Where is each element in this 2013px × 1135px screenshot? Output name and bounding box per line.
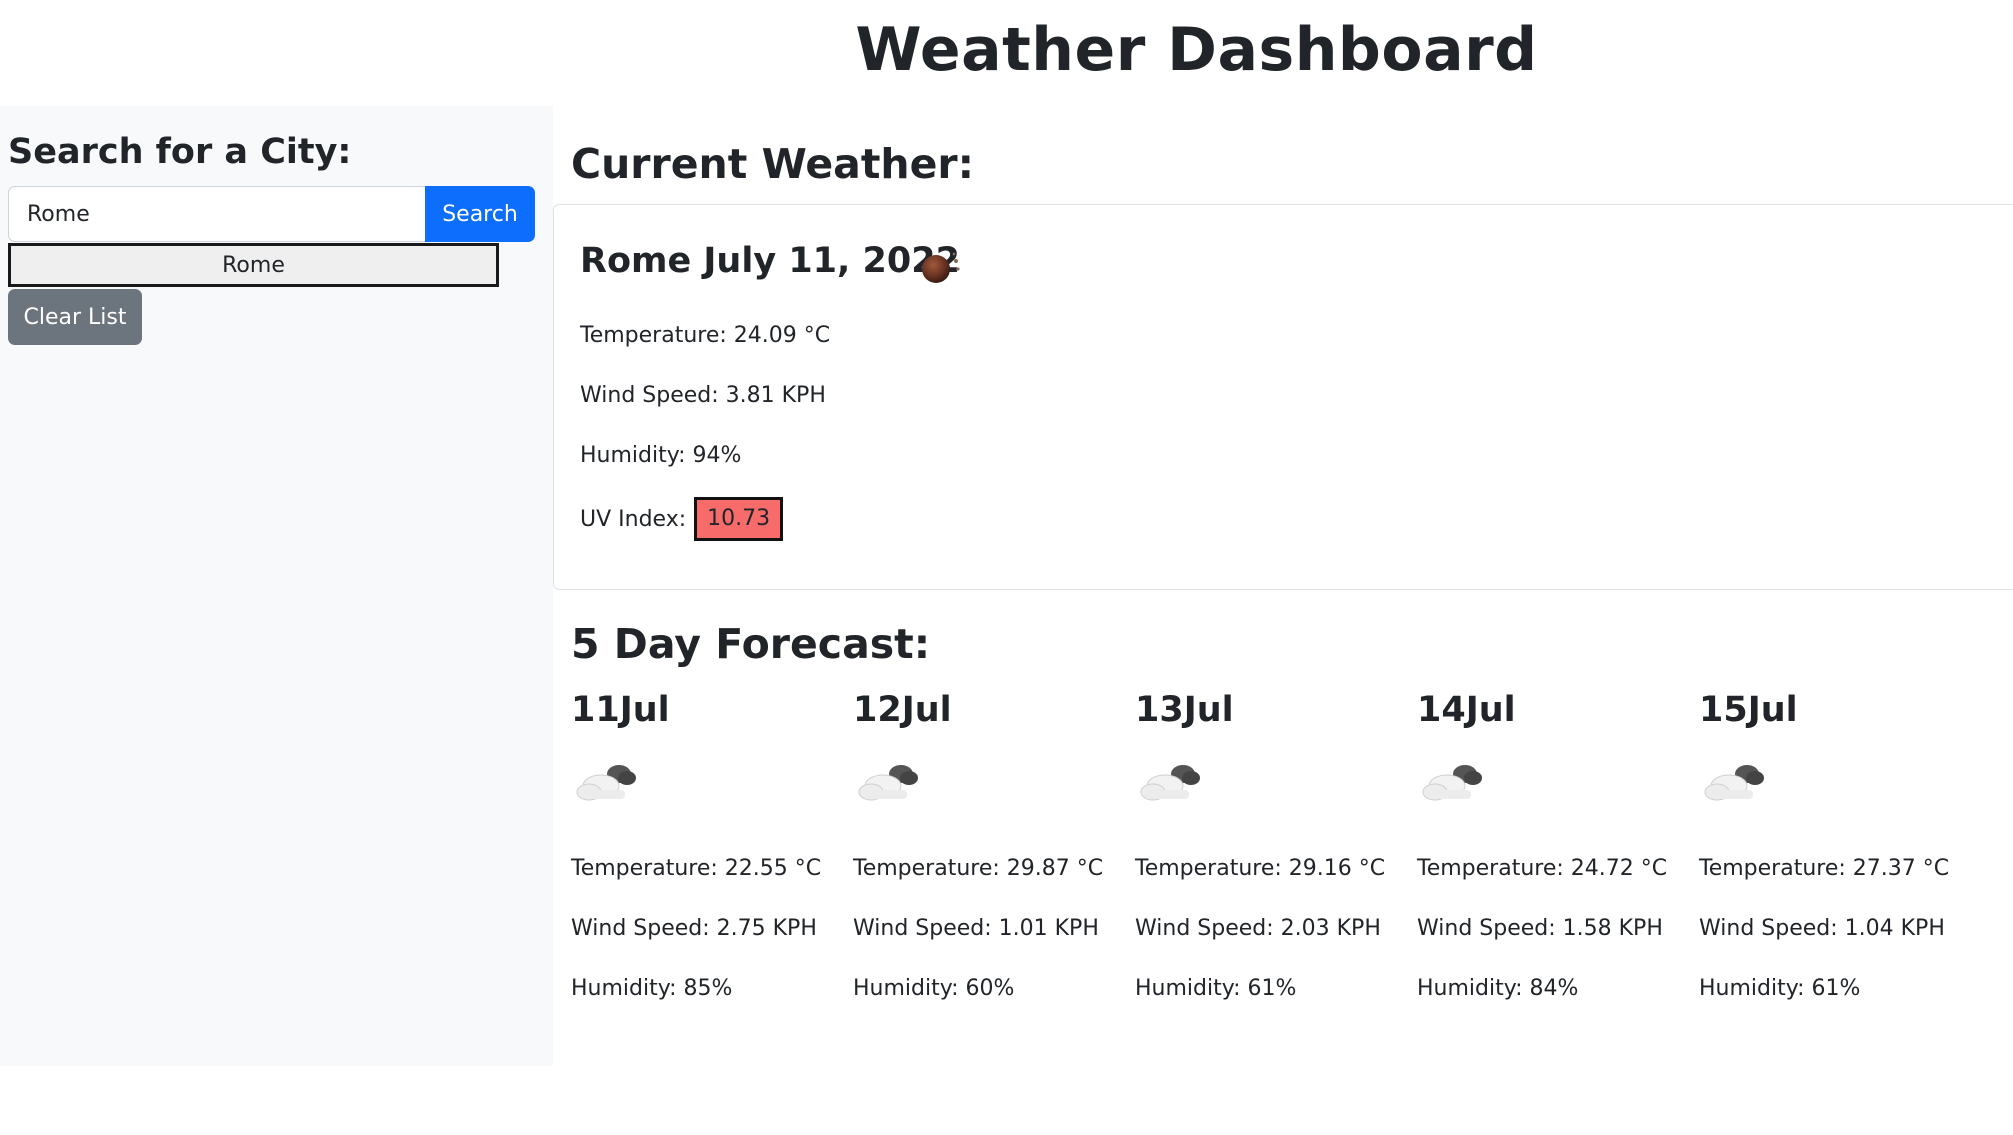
forecast-day-card: 14Jul Temperature: 24.72 °C Wind Speed: … (1417, 690, 1687, 1030)
forecast-temperature: Temperature: 27.37 °C (1699, 856, 1950, 881)
uv-index-label: UV Index: (580, 506, 687, 532)
current-temperature: Temperature: 24.09 °C (580, 323, 831, 348)
forecast-humidity: Humidity: 61% (1135, 976, 1297, 1001)
forecast-temperature: Temperature: 22.55 °C (571, 856, 822, 881)
history-item-rome[interactable]: Rome (8, 243, 499, 287)
search-input[interactable] (8, 186, 426, 242)
current-weather-card: Rome July 11, 2022 Temperature: 24.09 °C… (553, 204, 2013, 590)
sidebar: Search for a City: Search Rome Clear Lis… (0, 106, 553, 1066)
forecast-day-card: 13Jul Temperature: 29.16 °C Wind Speed: … (1135, 690, 1405, 1030)
forecast-day-card: 11Jul Temperature: 22.55 °C Wind Speed: … (571, 690, 841, 1030)
forecast-date: 12Jul (853, 690, 952, 730)
cloudy-icon (1704, 765, 1764, 801)
current-city-date: Rome July 11, 2022 (580, 241, 960, 281)
forecast-humidity: Humidity: 85% (571, 976, 733, 1001)
forecast-wind-speed: Wind Speed: 1.04 KPH (1699, 916, 1945, 941)
forecast-temperature: Temperature: 29.87 °C (853, 856, 1104, 881)
current-wind-speed: Wind Speed: 3.81 KPH (580, 383, 826, 408)
search-heading: Search for a City: (8, 132, 352, 172)
forecast-temperature: Temperature: 24.72 °C (1417, 856, 1668, 881)
cloudy-icon (576, 765, 636, 801)
forecast-day-card: 15Jul Temperature: 27.37 °C Wind Speed: … (1699, 690, 1969, 1030)
forecast-wind-speed: Wind Speed: 1.01 KPH (853, 916, 1099, 941)
sun-haze-icon (922, 252, 960, 283)
uv-index-badge: 10.73 (694, 497, 784, 541)
forecast-temperature: Temperature: 29.16 °C (1135, 856, 1386, 881)
current-weather-heading: Current Weather: (571, 140, 975, 188)
forecast-date: 15Jul (1699, 690, 1798, 730)
current-humidity: Humidity: 94% (580, 443, 742, 468)
forecast-humidity: Humidity: 84% (1417, 976, 1579, 1001)
uv-index-row: UV Index: 10.73 (580, 497, 784, 541)
cloudy-icon (1422, 765, 1482, 801)
forecast-heading: 5 Day Forecast: (571, 620, 931, 668)
forecast-date: 13Jul (1135, 690, 1234, 730)
forecast-humidity: Humidity: 60% (853, 976, 1015, 1001)
forecast-wind-speed: Wind Speed: 1.58 KPH (1417, 916, 1663, 941)
clear-list-button[interactable]: Clear List (8, 289, 142, 345)
forecast-wind-speed: Wind Speed: 2.75 KPH (571, 916, 817, 941)
cloudy-icon (858, 765, 918, 801)
forecast-humidity: Humidity: 61% (1699, 976, 1861, 1001)
forecast-date: 11Jul (571, 690, 670, 730)
forecast-wind-speed: Wind Speed: 2.03 KPH (1135, 916, 1381, 941)
forecast-date: 14Jul (1417, 690, 1516, 730)
cloudy-icon (1140, 765, 1200, 801)
search-button[interactable]: Search (425, 186, 535, 242)
forecast-day-card: 12Jul Temperature: 29.87 °C Wind Speed: … (853, 690, 1123, 1030)
page-title: Weather Dashboard (855, 15, 1538, 85)
